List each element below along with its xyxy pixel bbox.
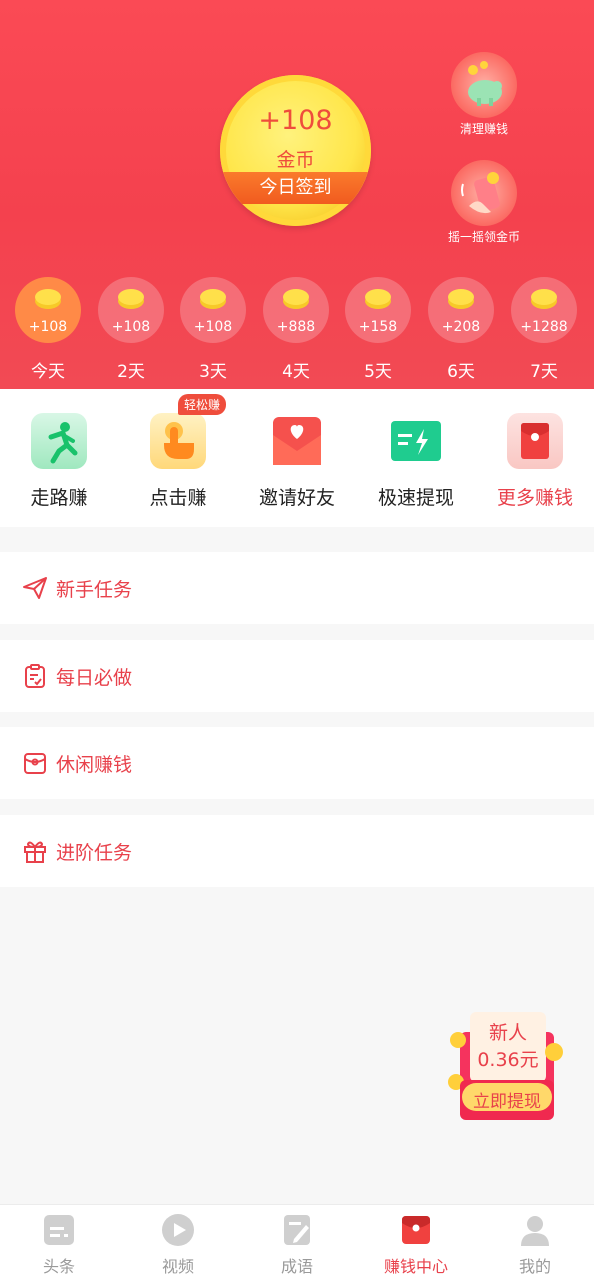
day-amount: +108 bbox=[193, 319, 233, 335]
shortcut-withdraw[interactable]: 极速提现 bbox=[357, 413, 475, 510]
checkin-label[interactable]: 今日签到 bbox=[220, 172, 371, 204]
red-packet-icon bbox=[507, 413, 563, 469]
shortcut-label: 点击赚 bbox=[149, 487, 207, 509]
clipboard-icon bbox=[25, 664, 45, 688]
day-bubble: +108 bbox=[180, 277, 246, 343]
fast-withdraw-icon bbox=[388, 413, 444, 469]
gift-icon bbox=[24, 841, 46, 863]
coin-stack-icon bbox=[118, 289, 144, 309]
play-icon bbox=[161, 1213, 195, 1247]
shortcut-row: 走路赚 点击赚 邀请好友 极速提现 更多赚钱 bbox=[0, 389, 594, 527]
day-label: 2天 bbox=[117, 362, 145, 382]
bottom-tab-bar: 头条 视频 成语 赚钱中心 我的 bbox=[0, 1204, 594, 1280]
tab-earn-center[interactable]: 赚钱中心 bbox=[357, 1213, 475, 1277]
task-label: 休闲赚钱 bbox=[56, 753, 133, 776]
shake-phone-icon bbox=[451, 160, 517, 226]
day-bubble: +108 bbox=[15, 277, 81, 343]
task-label: 进阶任务 bbox=[56, 841, 133, 864]
tab-mine[interactable]: 我的 bbox=[476, 1213, 594, 1277]
day-amount: +208 bbox=[441, 319, 481, 335]
day-4[interactable]: +888 4天 bbox=[263, 277, 329, 382]
day-bubble: +158 bbox=[345, 277, 411, 343]
heart-envelope-icon bbox=[269, 413, 325, 469]
day-3[interactable]: +108 3天 bbox=[180, 277, 246, 382]
tab-label: 我的 bbox=[518, 1257, 551, 1276]
day-amount: +108 bbox=[111, 319, 151, 335]
tab-label: 头条 bbox=[42, 1257, 75, 1276]
checkin-coin-button[interactable]: +108 金币 今日签到 bbox=[220, 75, 371, 226]
wallet-icon bbox=[24, 753, 46, 774]
shortcut-walk[interactable]: 走路赚 bbox=[0, 413, 118, 510]
coin-stack-icon bbox=[531, 289, 557, 309]
day-label: 今天 bbox=[31, 362, 65, 382]
day-2[interactable]: +108 2天 bbox=[98, 277, 164, 382]
task-advanced[interactable]: 进阶任务 bbox=[0, 815, 594, 887]
shortcut-invite[interactable]: 邀请好友 bbox=[238, 413, 356, 510]
person-icon bbox=[518, 1213, 552, 1247]
task-label: 新手任务 bbox=[56, 578, 133, 601]
tap-hand-icon bbox=[150, 413, 206, 469]
coin-stack-icon bbox=[448, 289, 474, 309]
task-daily[interactable]: 每日必做 bbox=[0, 640, 594, 712]
piggy-bank-icon bbox=[451, 52, 517, 118]
day-amount: +888 bbox=[276, 319, 316, 335]
task-newbie[interactable]: 新手任务 bbox=[0, 552, 594, 624]
tab-label: 成语 bbox=[280, 1257, 313, 1276]
withdraw-now-button[interactable]: 立即提现 bbox=[462, 1087, 552, 1112]
day-5[interactable]: +158 5天 bbox=[345, 277, 411, 382]
day-label: 3天 bbox=[199, 362, 227, 382]
coin-stack-icon bbox=[35, 289, 61, 309]
day-label: 6天 bbox=[447, 362, 475, 382]
paper-plane-icon bbox=[23, 577, 47, 599]
day-bubble: +108 bbox=[98, 277, 164, 343]
day-bubble: +208 bbox=[428, 277, 494, 343]
day-bubble: +888 bbox=[263, 277, 329, 343]
task-label: 每日必做 bbox=[56, 666, 133, 689]
shake-coin-button[interactable]: 摇一摇领金币 bbox=[440, 160, 528, 245]
shortcut-tap[interactable]: 点击赚 bbox=[119, 413, 237, 510]
day-7[interactable]: +1288 7天 bbox=[511, 277, 577, 382]
coin-stack-icon bbox=[365, 289, 391, 309]
checkin-header: +108 金币 今日签到 清理赚钱 摇一摇领金币 +108 今天 +108 2天… bbox=[0, 0, 594, 389]
checkin-amount: +108 bbox=[258, 105, 333, 136]
tab-idiom[interactable]: 成语 bbox=[238, 1213, 356, 1277]
tab-video[interactable]: 视频 bbox=[119, 1213, 237, 1277]
checkin-unit: 金币 bbox=[276, 149, 315, 171]
running-man-icon bbox=[31, 413, 87, 469]
shortcut-label: 极速提现 bbox=[377, 487, 454, 509]
signin-day-row: +108 今天 +108 2天 +108 3天 +888 4天 +158 5天 … bbox=[0, 277, 594, 389]
clean-earn-label: 清理赚钱 bbox=[459, 122, 508, 136]
tab-news[interactable]: 头条 bbox=[0, 1213, 118, 1277]
easy-earn-badge: 轻松赚 bbox=[178, 394, 227, 415]
day-today[interactable]: +108 今天 bbox=[15, 277, 81, 382]
day-6[interactable]: +208 6天 bbox=[428, 277, 494, 382]
pencil-note-icon bbox=[280, 1213, 314, 1247]
shortcut-label: 走路赚 bbox=[30, 487, 88, 509]
day-amount: +1288 bbox=[520, 319, 568, 335]
tab-label: 视频 bbox=[161, 1257, 194, 1276]
shortcut-more[interactable]: 更多赚钱 bbox=[476, 413, 594, 510]
shake-coin-label: 摇一摇领金币 bbox=[447, 230, 520, 244]
day-amount: +158 bbox=[358, 319, 398, 335]
shortcut-label: 邀请好友 bbox=[258, 487, 335, 509]
day-label: 4天 bbox=[282, 362, 310, 382]
news-icon bbox=[42, 1213, 76, 1247]
promo-title: 新人 bbox=[488, 1022, 527, 1044]
shortcut-label: 更多赚钱 bbox=[496, 487, 573, 509]
task-leisure[interactable]: 休闲赚钱 bbox=[0, 727, 594, 799]
day-label: 5天 bbox=[364, 362, 392, 382]
coin-stack-icon bbox=[283, 289, 309, 309]
clean-earn-button[interactable]: 清理赚钱 bbox=[450, 52, 518, 137]
day-bubble: +1288 bbox=[511, 277, 577, 343]
red-packet-icon bbox=[399, 1213, 433, 1247]
promo-amount: 0.36元 bbox=[477, 1049, 539, 1071]
newbie-cash-float[interactable]: 新人 0.36元 立即提现 bbox=[444, 1010, 568, 1122]
tab-label: 赚钱中心 bbox=[383, 1257, 448, 1276]
day-label: 7天 bbox=[530, 362, 558, 382]
day-amount: +108 bbox=[28, 319, 68, 335]
coin-stack-icon bbox=[200, 289, 226, 309]
